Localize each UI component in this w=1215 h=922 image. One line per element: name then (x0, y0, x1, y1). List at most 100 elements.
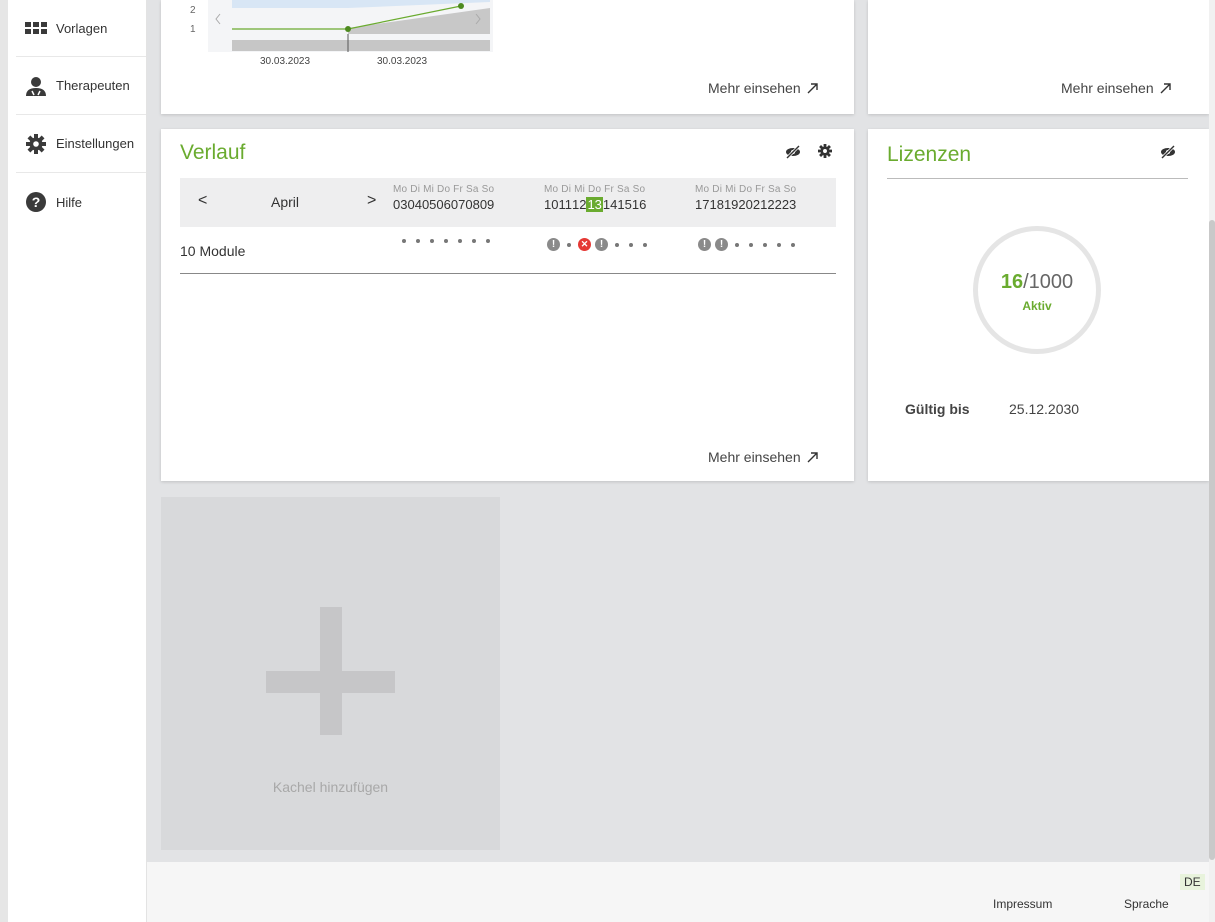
card-title: Verlauf (180, 141, 246, 164)
status-dot (416, 239, 420, 243)
date-cell[interactable]: 09 (480, 197, 494, 212)
status-dot (763, 242, 767, 247)
more-link[interactable]: Mehr einsehen (708, 449, 818, 465)
date-cell[interactable]: 17 (695, 197, 709, 212)
date-cell[interactable]: 22 (767, 197, 781, 212)
help-icon: ? (16, 192, 56, 212)
warning-icon[interactable]: ! (547, 238, 560, 251)
status-dot (791, 242, 795, 247)
person-icon (16, 76, 56, 96)
error-icon[interactable]: ✕ (578, 238, 591, 251)
valid-date: 25.12.2030 (1009, 401, 1080, 417)
svg-text:?: ? (32, 194, 41, 210)
valid-label: Gültig bis (905, 401, 970, 417)
mini-chart (208, 0, 493, 52)
status-dot (458, 239, 462, 243)
y-tick: 1 (190, 24, 196, 35)
date-cell[interactable]: 04 (407, 197, 421, 212)
warning-icon[interactable]: ! (698, 238, 711, 251)
date-cell[interactable]: 08 (465, 197, 479, 212)
gear-icon[interactable] (818, 144, 832, 163)
arrow-up-right-icon (807, 451, 818, 462)
sidebar-item-einstellungen[interactable]: Einstellungen (16, 115, 146, 173)
lizenzen-card: Lizenzen 16/1000 Aktiv Gültig bis 25.12.… (868, 129, 1209, 481)
module-row-label: 10 Module (180, 243, 246, 259)
scrollbar-thumb[interactable] (1209, 220, 1215, 860)
next-month-icon[interactable]: > (367, 192, 376, 210)
date-cell-today[interactable]: 13 (586, 197, 603, 212)
card-title: Lizenzen (887, 143, 972, 166)
y-tick: 2 (190, 5, 196, 16)
impressum-link[interactable]: Impressum (993, 897, 1052, 911)
date-cell[interactable]: 06 (436, 197, 450, 212)
grid-icon (16, 22, 56, 34)
week-1: Mo Di Mi Do Fr Sa So 03 04 05 06 07 08 09 (393, 184, 494, 212)
week-2-status: ! ✕! (545, 238, 652, 251)
add-tile-button[interactable]: Kachel hinzufügen (161, 497, 500, 850)
status-dot (777, 242, 781, 247)
date-cell[interactable]: 16 (632, 197, 646, 212)
sidebar-item-hilfe[interactable]: ? Hilfe (16, 173, 146, 231)
sidebar-item-vorlagen[interactable]: Vorlagen (16, 0, 146, 57)
date-cell[interactable]: 07 (451, 197, 465, 212)
language-link[interactable]: Sprache (1124, 897, 1169, 911)
license-count: 16/1000 (973, 271, 1101, 294)
status-dot (735, 242, 739, 247)
row-divider (180, 273, 836, 274)
footer: Impressum Sprache DE (147, 862, 1209, 922)
date-cell[interactable]: 15 (617, 197, 631, 212)
weekday-names: Mo Di Mi Do Fr Sa So (393, 184, 495, 195)
date-cell[interactable]: 21 (753, 197, 767, 212)
week-3-status: !! (696, 238, 800, 251)
license-status: Aktiv (1022, 299, 1052, 313)
top-right-card: Mehr einsehen (868, 0, 1209, 114)
date-cell[interactable]: 14 (603, 197, 617, 212)
date-cell[interactable]: 05 (422, 197, 436, 212)
more-link-label: Mehr einsehen (1061, 80, 1154, 96)
weekday-names: Mo Di Mi Do Fr Sa So (695, 184, 797, 195)
weekday-names: Mo Di Mi Do Fr Sa So (544, 184, 646, 195)
chart-card: 2 1 30.03.2023 30.03.2023 Mehr einsehen (161, 0, 854, 114)
sidebar-item-label: Vorlagen (56, 20, 108, 36)
scrollbar[interactable] (1209, 0, 1215, 922)
verlauf-card: Verlauf < April > Mo Di Mi Do Fr Sa So 0… (161, 129, 854, 481)
date-cell[interactable]: 03 (393, 197, 407, 212)
gear-icon (16, 133, 56, 154)
date-cell[interactable]: 20 (738, 197, 752, 212)
sidebar-item-label: Einstellungen (56, 136, 135, 151)
month-label: April (271, 194, 300, 210)
language-badge[interactable]: DE (1180, 874, 1205, 890)
status-dot (486, 239, 490, 243)
x-tick: 30.03.2023 (377, 56, 428, 67)
dashboard-area: 2 1 30.03.2023 30.03.2023 Mehr einsehen … (147, 0, 1209, 862)
license-total: /1000 (1023, 271, 1074, 293)
date-cell[interactable]: 10 (544, 197, 558, 212)
eye-hidden-icon[interactable] (785, 144, 801, 164)
eye-hidden-icon[interactable] (1160, 144, 1176, 164)
date-cell[interactable]: 19 (724, 197, 738, 212)
warning-icon[interactable]: ! (715, 238, 728, 251)
date-cell[interactable]: 18 (709, 197, 723, 212)
week-1-status (397, 239, 495, 243)
more-link-label: Mehr einsehen (708, 80, 801, 96)
plus-icon (320, 607, 342, 735)
date-cell[interactable]: 11 (558, 197, 572, 212)
prev-month-icon[interactable]: < (198, 192, 207, 210)
status-dot (615, 242, 619, 247)
warning-icon[interactable]: ! (595, 238, 608, 251)
more-link-label: Mehr einsehen (708, 449, 801, 465)
sidebar-item-label: Hilfe (56, 194, 83, 210)
add-tile-label: Kachel hinzufügen (272, 779, 389, 795)
week-3: Mo Di Mi Do Fr Sa So 17 18 19 20 21 22 23 (695, 184, 796, 212)
status-dot (444, 239, 448, 243)
sidebar-item-therapeuten[interactable]: Therapeuten (16, 57, 146, 115)
status-dot (643, 242, 647, 247)
x-tick: 30.03.2023 (260, 56, 311, 67)
date-cell[interactable]: 12 (572, 197, 586, 212)
more-link[interactable]: Mehr einsehen (708, 80, 818, 96)
date-cell[interactable]: 23 (782, 197, 796, 212)
status-dot (472, 239, 476, 243)
status-dot (567, 242, 571, 247)
more-link[interactable]: Mehr einsehen (1061, 80, 1171, 96)
status-dot (430, 239, 434, 243)
